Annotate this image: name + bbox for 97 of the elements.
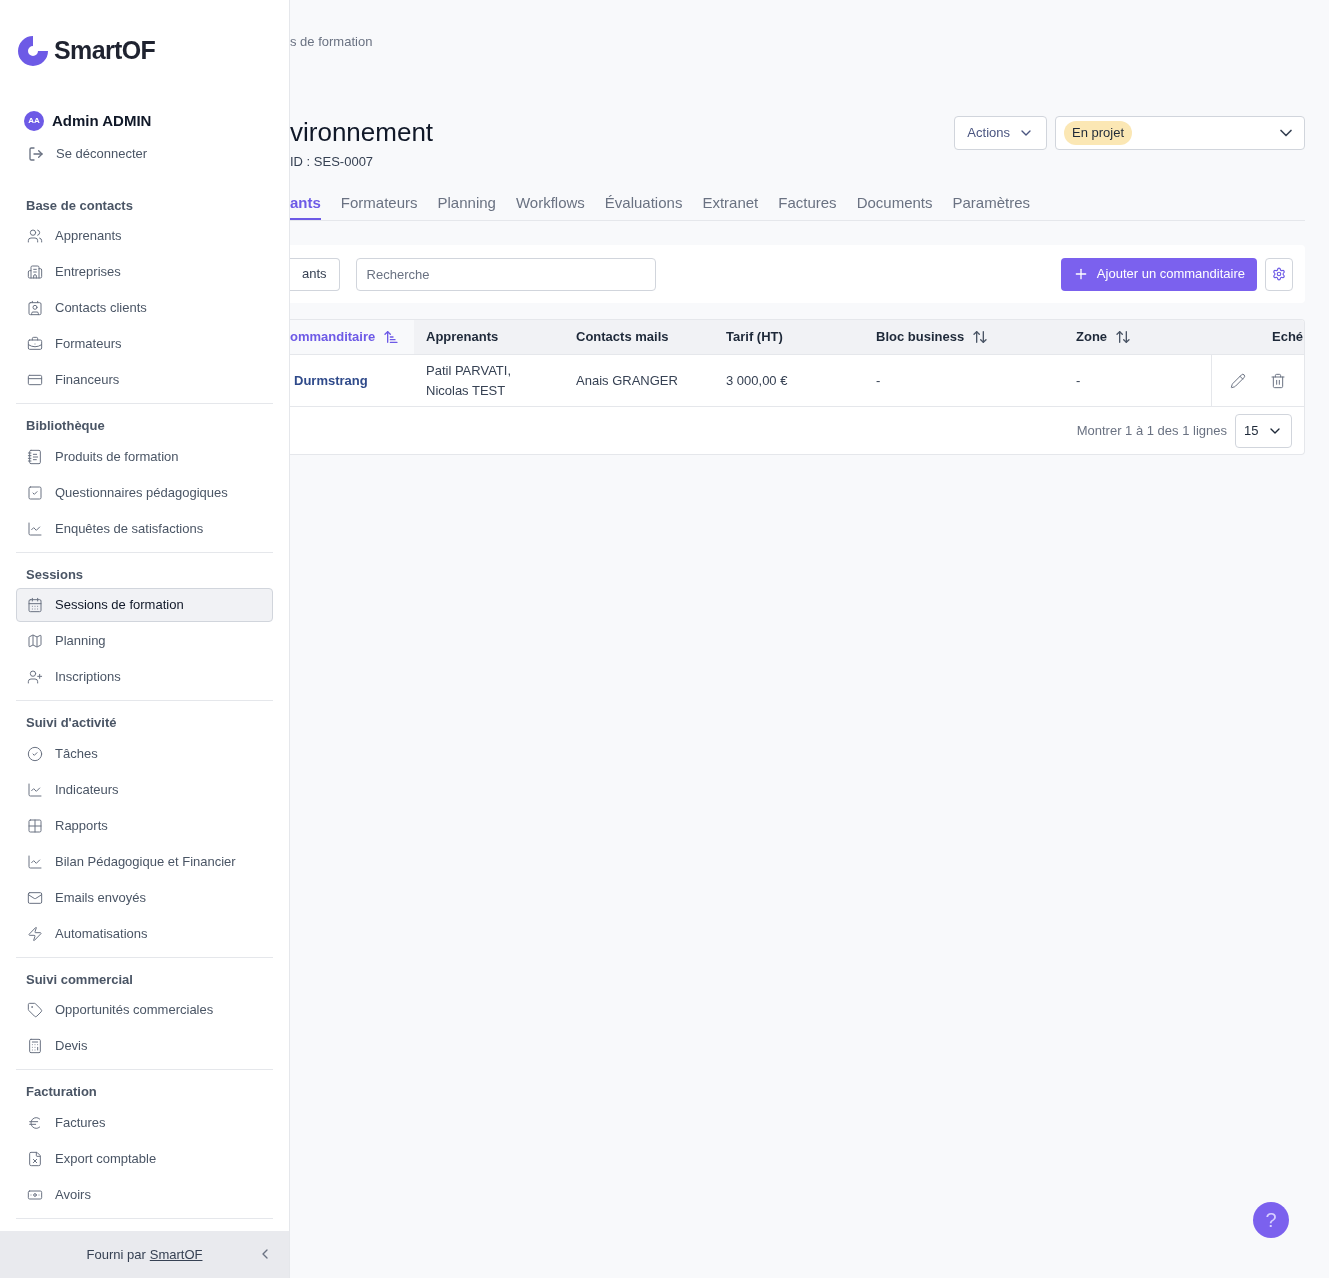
chart-icon [27, 853, 43, 870]
lightning-icon [27, 925, 43, 942]
column-header[interactable]: Contacts mails [564, 320, 714, 354]
grid-icon [27, 817, 43, 834]
sidebar-item[interactable]: Formateurs [16, 327, 273, 361]
sidebar-item[interactable]: Emails envoyés [16, 880, 273, 915]
check-circle-icon [27, 745, 43, 762]
section-title: Facturation [25, 1083, 98, 1101]
building-icon [27, 264, 43, 280]
logout-icon [28, 145, 44, 162]
sidebar-item[interactable]: Contacts clients [16, 291, 273, 325]
add-button[interactable]: Ajouter un commanditaire [1060, 257, 1257, 291]
sidebar-item[interactable]: Financeurs [16, 363, 273, 397]
sidebar-item[interactable]: Entreprises [16, 255, 273, 289]
sidebar-item[interactable]: Tâches [16, 736, 273, 771]
calculator-icon [27, 1038, 43, 1054]
column-header[interactable]: Apprenants [414, 320, 564, 354]
section-title: Bibliothèque [25, 417, 106, 435]
table-cell-text: Anais GRANGER [575, 371, 679, 390]
sidebar-item[interactable]: Indicateurs [16, 772, 273, 807]
users-icon [27, 228, 43, 244]
column-header[interactable]: Eché [1264, 320, 1304, 354]
status-select[interactable]: En projet [1055, 116, 1305, 150]
footer-text: Fourni par [86, 1245, 146, 1264]
settings-icon [1272, 267, 1286, 281]
sidebar-item[interactable]: Bilan Pédagogique et Financier [16, 844, 273, 879]
tag-icon [27, 1002, 43, 1018]
table-cell-text: - [875, 371, 882, 390]
logo-icon [16, 33, 50, 68]
tab[interactable]: Évaluations [604, 191, 683, 220]
section-title: Base de contacts [25, 196, 134, 215]
sidebar-item[interactable]: Apprenants [16, 219, 273, 253]
sidebar-item[interactable]: Planning [16, 624, 273, 658]
column-header[interactable]: ommanditaire [290, 320, 414, 354]
table-cell-text: 3 000,00 € [725, 371, 789, 390]
sidebar-item[interactable]: Factures [16, 1105, 273, 1140]
contact-card-icon [27, 300, 43, 316]
sidebar-item[interactable]: Inscriptions [16, 660, 273, 694]
breadcrumb[interactable]: s de formation [290, 32, 1305, 52]
delete-icon[interactable] [1270, 372, 1286, 389]
tab[interactable]: Formateurs [340, 191, 418, 220]
mail-icon [27, 889, 43, 906]
pagination-summary: Montrer 1 à 1 des 1 lignes [1076, 421, 1227, 440]
section-title: Suivi d'activité [25, 714, 118, 732]
page-size-select[interactable]: 15 [1235, 413, 1292, 448]
status-badge: En projet [1064, 121, 1133, 145]
logout-link[interactable]: Se déconnecter [16, 144, 273, 164]
card-icon [27, 372, 43, 388]
edit-icon[interactable] [1230, 372, 1246, 389]
tab[interactable]: Planning [437, 191, 496, 220]
tab[interactable]: ants [290, 191, 321, 220]
footer-link[interactable]: SmartOF [149, 1244, 203, 1264]
sidebar-item[interactable]: Enquêtes de satisfactions [16, 511, 273, 546]
logo-text: SmartOF [54, 35, 156, 66]
table-cell-text: Patil PARVATI, Nicolas TEST [425, 362, 512, 400]
map-icon [27, 633, 43, 649]
sidebar-item[interactable]: Questionnaires pédagogiques [16, 475, 273, 510]
sidebar-item[interactable]: Produits de formation [16, 439, 273, 474]
page-title: vironnement [290, 116, 434, 148]
checkbox-icon [27, 484, 43, 501]
chart-icon [27, 781, 43, 798]
column-header[interactable]: Zone [1064, 320, 1264, 354]
tab[interactable]: Workflows [515, 191, 585, 220]
document-icon [27, 448, 43, 465]
sidebar-item[interactable]: Sessions de formation [16, 588, 273, 622]
sidebar-item[interactable]: Opportunités commerciales [16, 993, 273, 1027]
sidebar-item[interactable]: Rapports [16, 808, 273, 843]
tab[interactable]: Extranet [702, 191, 759, 220]
client-link[interactable]: Durmstrang [290, 355, 414, 406]
sort-icon[interactable] [1115, 329, 1132, 345]
section-title: Sessions [25, 565, 85, 584]
filter-button[interactable]: ants [290, 257, 340, 291]
sidebar-item[interactable]: Devis [16, 1029, 273, 1063]
user-plus-icon [27, 669, 43, 685]
file-icon [27, 1150, 43, 1167]
sidebar-item[interactable]: Automatisations [16, 916, 273, 951]
user-name: Admin ADMIN [52, 110, 152, 131]
table-cell-text: - [1075, 371, 1082, 390]
briefcase-icon [27, 336, 43, 352]
euro-icon [27, 1114, 43, 1131]
user-avatar: AA [24, 110, 44, 131]
sort-ascending-icon[interactable] [383, 329, 400, 345]
sort-icon[interactable] [972, 329, 989, 345]
settings-button[interactable] [1265, 257, 1293, 291]
column-header[interactable]: Tarif (HT) [714, 320, 864, 354]
search-field[interactable]: Recherche [355, 257, 656, 291]
sidebar-item[interactable]: Export comptable [16, 1141, 273, 1176]
tab[interactable]: Factures [778, 191, 837, 220]
actions-button[interactable]: Actions [954, 116, 1047, 150]
sidebar-item[interactable]: Avoirs [16, 1177, 273, 1212]
tab[interactable]: Paramètres [952, 191, 1031, 220]
session-id: ID : SES-0007 [290, 153, 375, 171]
chart-icon [27, 520, 43, 537]
column-header[interactable]: Bloc business [864, 320, 1064, 354]
tab[interactable]: Documents [856, 191, 933, 220]
calendar-icon [27, 597, 43, 613]
section-title: Suivi commercial [25, 970, 134, 989]
